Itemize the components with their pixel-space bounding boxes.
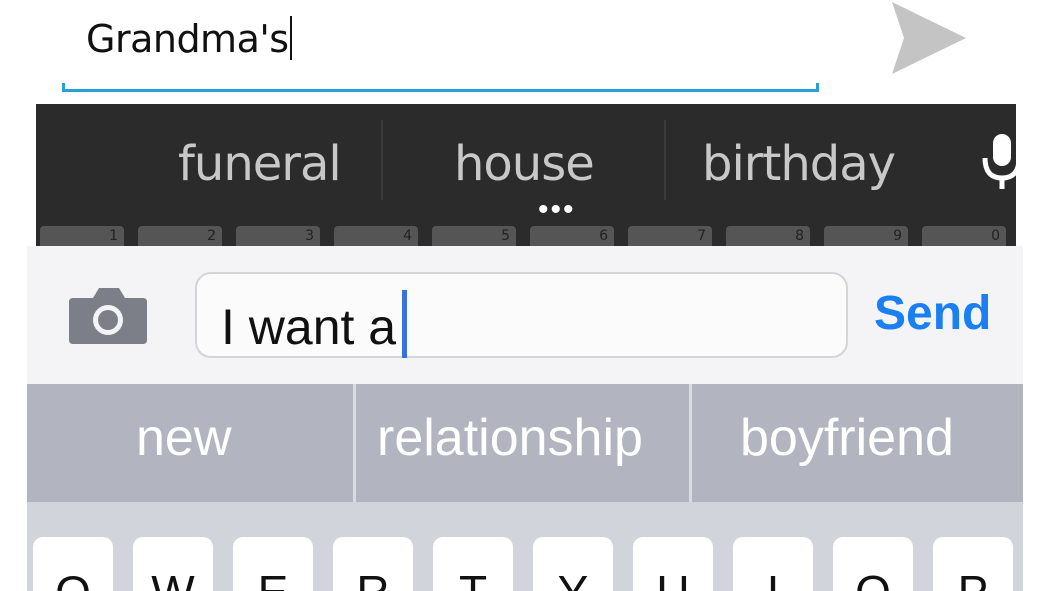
microphone-icon[interactable] <box>978 132 1016 196</box>
number-key[interactable]: 8 <box>726 226 810 246</box>
android-message-input[interactable]: Grandma's <box>86 16 292 61</box>
number-key[interactable]: 0 <box>922 226 1006 246</box>
camera-icon[interactable] <box>67 284 149 346</box>
suggestion-divider <box>353 384 356 502</box>
key-q[interactable]: Q <box>33 537 113 591</box>
android-suggestion-strip: funeral house birthday ••• 1 2 3 4 5 6 7… <box>36 104 1016 246</box>
android-text-caret <box>289 16 292 60</box>
ios-keyboard: Q W E R T Y U I O P <box>27 502 1023 591</box>
android-suggestion-1[interactable]: funeral <box>178 136 342 192</box>
key-y[interactable]: Y <box>533 537 613 591</box>
key-o[interactable]: O <box>833 537 913 591</box>
send-arrow-icon[interactable] <box>888 0 970 78</box>
ios-predictive-bar: new relationship boyfriend <box>27 384 1023 502</box>
key-r[interactable]: R <box>333 537 413 591</box>
number-key[interactable]: 3 <box>236 226 320 246</box>
key-p[interactable]: P <box>933 537 1013 591</box>
ios-suggestion-2[interactable]: relationship <box>377 408 643 468</box>
android-input-text: Grandma's <box>86 17 289 61</box>
number-key[interactable]: 7 <box>628 226 712 246</box>
ios-text-caret <box>402 290 408 358</box>
ios-compose-bar: I want a Send <box>27 246 1023 384</box>
number-key[interactable]: 6 <box>530 226 614 246</box>
android-number-row: 1 2 3 4 5 6 7 8 9 0 <box>36 226 1016 246</box>
key-i[interactable]: I <box>733 537 813 591</box>
ios-suggestion-1[interactable]: new <box>136 408 231 468</box>
key-u[interactable]: U <box>633 537 713 591</box>
ios-suggestion-3[interactable]: boyfriend <box>740 408 954 468</box>
suggestion-divider <box>381 120 383 200</box>
key-t[interactable]: T <box>433 537 513 591</box>
key-w[interactable]: W <box>133 537 213 591</box>
number-key[interactable]: 4 <box>334 226 418 246</box>
android-suggestion-2[interactable]: house <box>454 136 595 192</box>
number-key[interactable]: 1 <box>40 226 124 246</box>
android-input-underline <box>62 80 819 94</box>
number-key[interactable]: 9 <box>824 226 908 246</box>
send-button[interactable]: Send <box>874 286 991 341</box>
suggestion-divider <box>689 384 692 502</box>
android-suggestion-3[interactable]: birthday <box>702 136 896 192</box>
ios-message-input[interactable]: I want a <box>195 272 848 358</box>
number-key[interactable]: 5 <box>432 226 516 246</box>
number-key[interactable]: 2 <box>138 226 222 246</box>
ios-input-text: I want a <box>221 299 397 355</box>
android-compose-bar: Grandma's <box>0 0 1050 104</box>
suggestion-divider <box>664 120 666 200</box>
more-suggestions-indicator[interactable]: ••• <box>538 195 576 225</box>
key-e[interactable]: E <box>233 537 313 591</box>
